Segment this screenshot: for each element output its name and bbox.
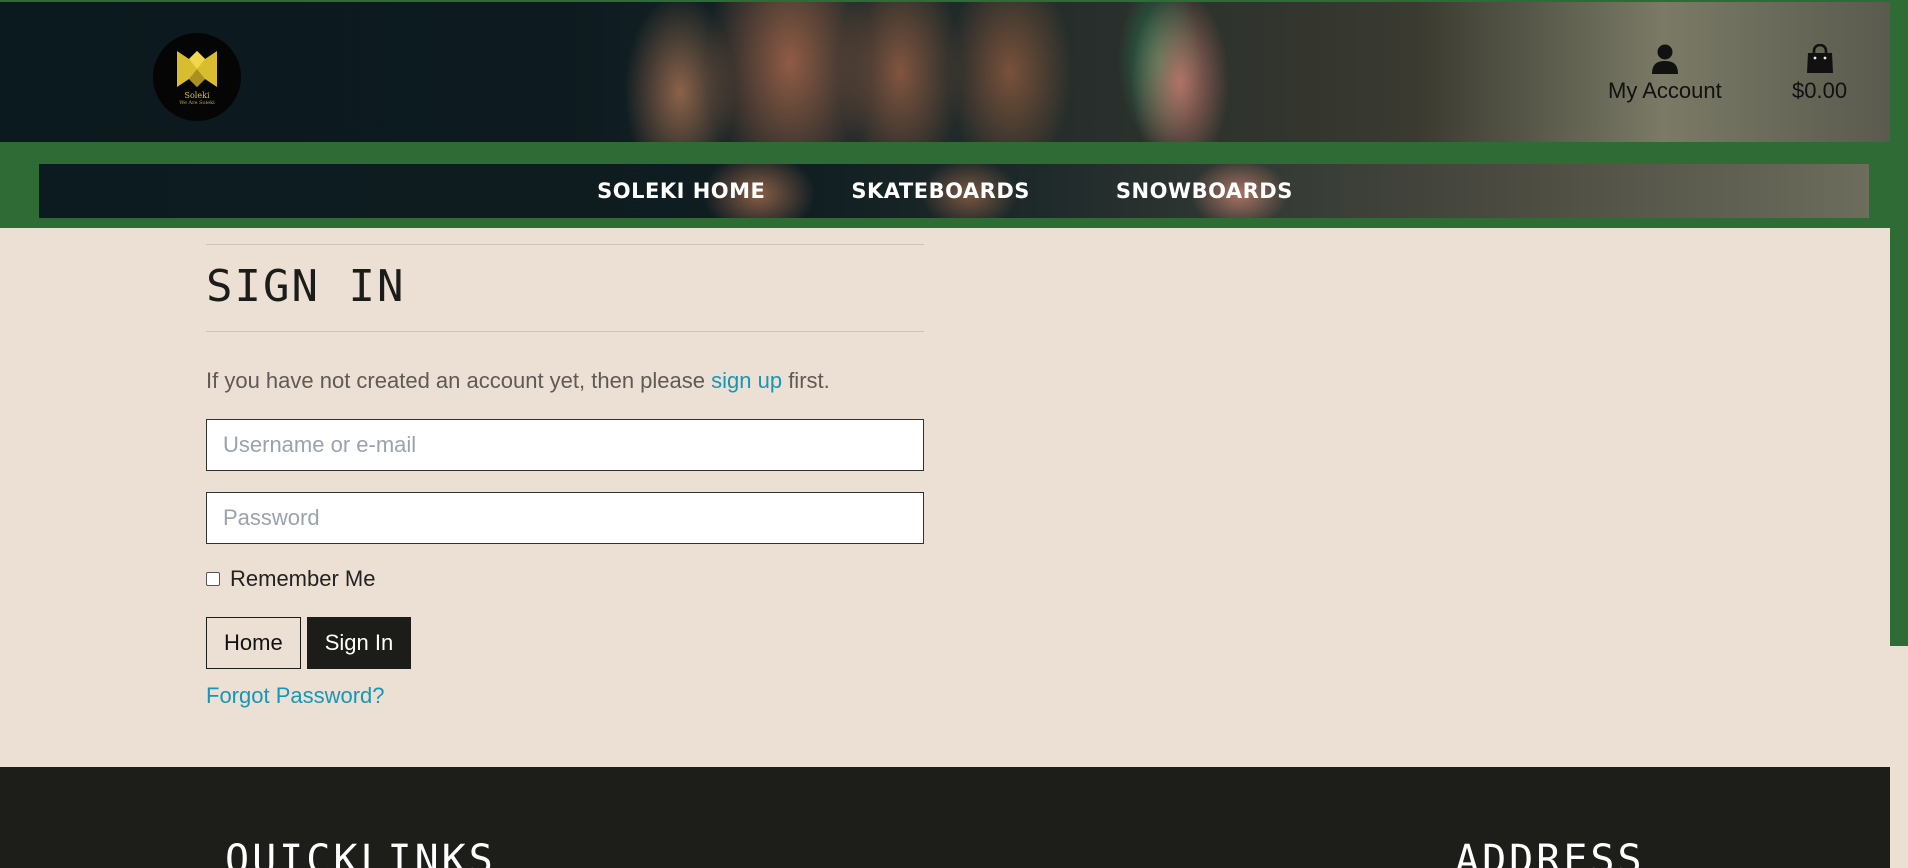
forgot-password-link[interactable]: Forgot Password? [206,683,924,709]
my-account-link[interactable]: My Account [1608,44,1722,104]
remember-me-row: Remember Me [206,566,924,592]
hero-banner-image [0,2,1890,142]
sign-in-button[interactable]: Sign In [306,617,412,669]
top-divider [206,244,924,245]
shopping-bag-link[interactable]: $0.00 [1792,44,1847,104]
site-header: Soleki We Are Soleki My Account $0.00 SO… [0,0,1890,228]
username-input[interactable] [206,419,924,471]
nav-item-soleki-home[interactable]: SOLEKI HOME [597,179,765,203]
right-edge-strip [1890,0,1908,646]
password-input[interactable] [206,492,924,544]
nav-item-skateboards[interactable]: SKATEBOARDS [851,179,1029,203]
intro-text-after: first. [782,368,830,393]
my-account-label: My Account [1608,78,1722,103]
footer-quicklinks-heading: QUICKLINKS [225,837,496,868]
nav-item-snowboards[interactable]: SNOWBOARDS [1116,179,1293,203]
page: Soleki We Are Soleki My Account $0.00 SO… [0,0,1908,868]
logo-name: Soleki [184,90,210,100]
main-nav: SOLEKI HOME SKATEBOARDS SNOWBOARDS [0,164,1890,218]
shopping-bag-icon [1806,44,1833,73]
logo-tagline: We Are Soleki [179,99,215,106]
site-footer: QUICKLINKS ADDRESS [0,767,1890,868]
remember-me-label: Remember Me [230,566,376,591]
title-divider [206,331,924,332]
page-title: SIGN IN [206,261,406,312]
footer-address-heading: ADDRESS [1455,837,1645,868]
bag-total: $0.00 [1792,78,1848,103]
signup-link[interactable]: sign up [711,368,782,393]
home-button[interactable]: Home [206,617,301,669]
remember-me-checkbox[interactable] [206,572,220,586]
signin-section: SIGN IN If you have not created an accou… [206,244,924,709]
logo[interactable]: Soleki We Are Soleki [153,33,241,121]
logo-mark-icon [177,50,217,87]
intro-text-before: If you have not created an account yet, … [206,368,712,393]
user-icon [1651,44,1678,74]
form-buttons: Home Sign In [206,617,924,669]
signin-intro: If you have not created an account yet, … [206,368,924,394]
